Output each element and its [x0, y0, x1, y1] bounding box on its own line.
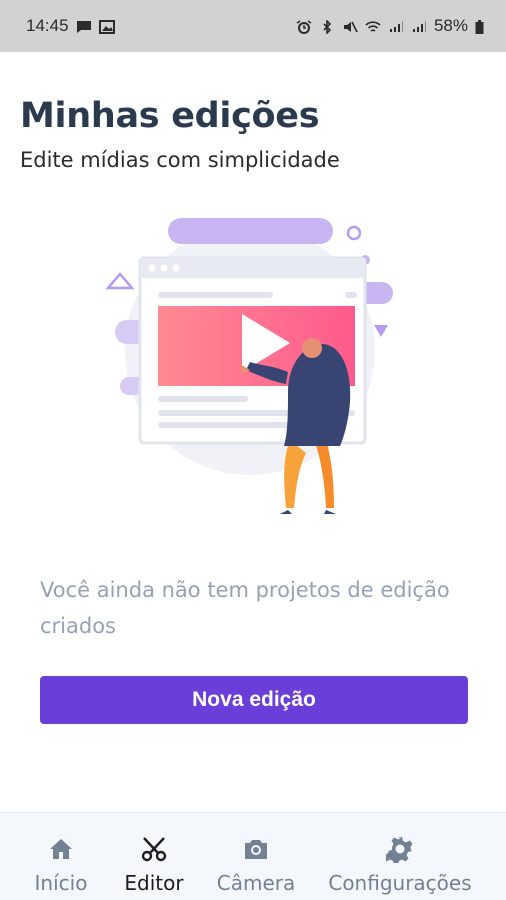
mute-icon [342, 19, 358, 33]
image-icon [98, 19, 115, 34]
status-bar: 14:45 58% [0, 0, 506, 52]
status-bar-left: 14:45 [26, 16, 115, 36]
page-subtitle: Edite mídias com simplicidade [20, 148, 340, 172]
battery-icon [475, 19, 484, 34]
gear-icon [383, 835, 414, 867]
nav-item-configuracoes[interactable]: Configurações [326, 813, 474, 900]
status-bar-right: 58% [296, 16, 484, 36]
scissors-icon [140, 835, 168, 867]
nav-item-inicio[interactable]: Início [26, 813, 96, 900]
battery-percent: 58% [433, 16, 468, 35]
video-editing-illustration [100, 210, 410, 520]
alarm-icon [296, 19, 312, 34]
signal-icon [388, 19, 404, 33]
nav-label-inicio: Início [34, 871, 88, 895]
nav-item-camera[interactable]: Câmera [214, 813, 298, 900]
chat-icon [76, 19, 92, 33]
bluetooth-icon [319, 19, 335, 35]
wifi-icon [365, 19, 381, 33]
bottom-navigation: Início Editor Câmera Configurações [0, 812, 506, 900]
nav-label-camera: Câmera [216, 871, 296, 895]
nav-label-editor: Editor [124, 871, 184, 895]
nav-item-editor[interactable]: Editor [118, 813, 190, 900]
page-title: Minhas edições [20, 96, 320, 136]
signal-icon [411, 19, 427, 33]
empty-state-message: Você ainda não tem projetos de edição cr… [40, 578, 450, 638]
camera-icon [242, 835, 270, 867]
status-time: 14:45 [26, 16, 69, 35]
nav-label-configuracoes: Configurações [328, 871, 472, 895]
home-icon [47, 835, 75, 867]
new-edit-button[interactable]: Nova edição [40, 676, 468, 724]
